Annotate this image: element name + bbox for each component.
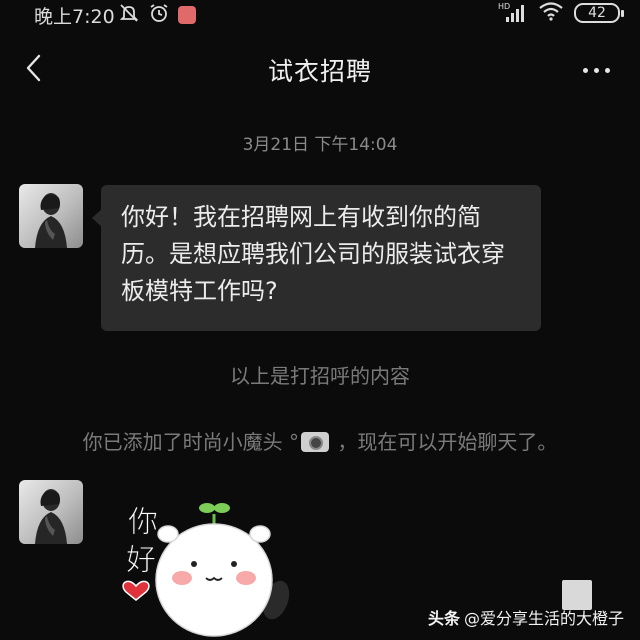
system-message-added: 你已添加了时尚小魔头 ° ，现在可以开始聊天了。 [0,426,640,455]
camera-flash-emoji-icon [301,432,329,452]
status-icons-right: HD 42 [498,1,624,25]
watermark-brand: 头条 [428,609,461,628]
message-timestamp: 3月21日 下午14:04 [242,135,398,155]
sticker-caption-2: 好 [126,543,156,578]
message-bubble[interactable]: 你好！我在招聘网上有收到你的简历。是想应聘我们公司的服装试衣穿板模特工作吗? [92,185,541,331]
wifi-icon [538,1,564,25]
status-time: 晚上7:20 [34,6,115,28]
more-button[interactable] [574,52,618,88]
system-message-greeting: 以上是打招呼的内容 [230,364,410,388]
alarm-icon [148,2,170,28]
bell-off-icon [118,2,140,28]
message-text: 你好！我在招聘网上有收到你的简历。是想应聘我们公司的服装试衣穿板模特工作吗? [121,203,505,305]
sender-avatar[interactable] [19,480,83,544]
app-notification-icon [178,6,196,24]
degree-mark: ° [289,430,299,454]
battery-icon: 42 [574,3,624,23]
chat-header: 试衣招聘 [0,38,640,102]
hd-signal-icon: HD [498,2,528,23]
more-dot [593,67,599,73]
person-silhouette-icon [35,489,67,544]
more-dots-icon [582,67,588,73]
sticker-caption-1: 你 [128,505,158,540]
panda-hello-sticker[interactable]: 你 好 你好 [106,492,306,640]
more-dot [604,67,610,73]
person-silhouette-icon [35,193,67,248]
system-message-added-after: ，现在可以开始聊天了。 [337,430,558,454]
sender-avatar[interactable] [19,184,83,248]
system-message-added-before: 你已添加了时尚小魔头 [82,430,283,454]
watermark-handle: @爱分享生活的大橙子 [464,609,625,628]
page-title: 试衣招聘 [267,57,372,86]
heart-icon [122,580,150,601]
status-icons-left [118,2,196,28]
status-bar: 晚上7:20 HD 42 [0,0,640,28]
watermark: 头条 @爱分享生活的大橙子 [428,605,624,629]
